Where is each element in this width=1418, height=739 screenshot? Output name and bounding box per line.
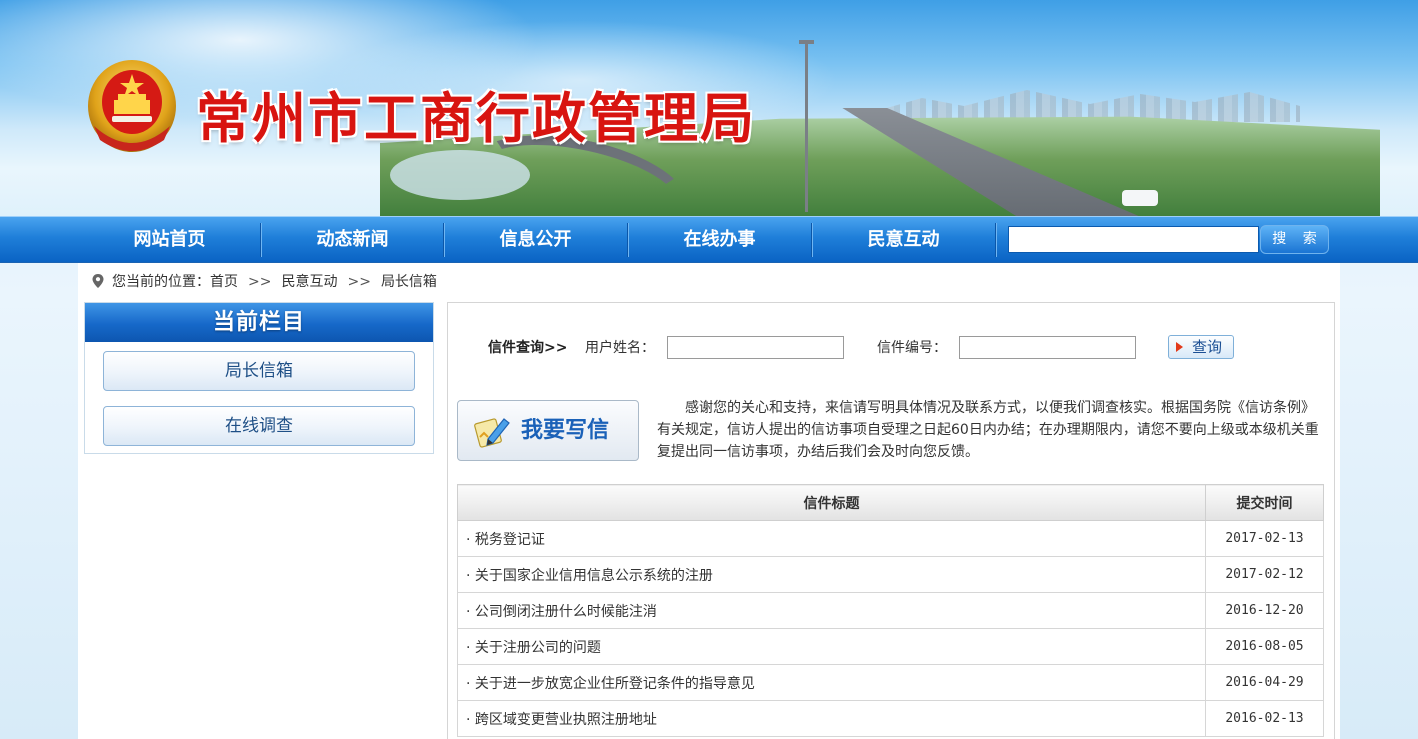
- nav-item-home[interactable]: 网站首页: [78, 217, 261, 263]
- nav-divider: [995, 223, 997, 257]
- letter-date: 2016-12-20: [1205, 592, 1324, 629]
- username-input[interactable]: [667, 336, 844, 359]
- nav-item-public-interaction[interactable]: 民意互动: [812, 217, 995, 263]
- letter-number-input[interactable]: [959, 336, 1136, 359]
- sidebar-heading: 当前栏目: [85, 303, 433, 342]
- breadcrumb-separator: >>: [347, 274, 371, 290]
- search-input[interactable]: [1008, 226, 1259, 253]
- main-container: 您当前的位置：首页 >> 民意互动 >> 局长信箱 当前栏目 局长信箱 在线调查 信件查…: [78, 263, 1340, 739]
- nav-item-news[interactable]: 动态新闻: [261, 217, 444, 263]
- breadcrumb: 您当前的位置：首页 >> 民意互动 >> 局长信箱: [92, 272, 437, 292]
- table-row: · 跨区域变更营业执照注册地址 2016-02-13: [457, 700, 1324, 737]
- letter-title-link[interactable]: · 税务登记证: [466, 532, 545, 548]
- content-panel: 信件查询>> 用户姓名： 信件编号： 查询 我要写信 感谢您的关心和支持，来信请…: [447, 302, 1335, 739]
- letter-title-cell: · 关于注册公司的问题: [457, 628, 1206, 665]
- letter-title-cell: · 税务登记证: [457, 520, 1206, 557]
- breadcrumb-prefix: 您当前的位置：: [112, 274, 210, 290]
- sidebar-item-director-mailbox[interactable]: 局长信箱: [103, 351, 415, 391]
- letter-date: 2016-08-05: [1205, 628, 1324, 665]
- banner-lamp-post: [799, 40, 814, 212]
- breadcrumb-current: 局长信箱: [380, 274, 437, 290]
- nav-item-info-disclosure[interactable]: 信息公开: [444, 217, 627, 263]
- write-letter-label: 我要写信: [521, 417, 610, 443]
- username-label: 用户姓名：: [585, 340, 655, 356]
- letter-title-cell: · 关于国家企业信用信息公示系统的注册: [457, 556, 1206, 593]
- table-header-row: 信件标题 提交时间: [457, 484, 1324, 521]
- query-title: 信件查询>>: [488, 340, 568, 356]
- breadcrumb-separator: >>: [248, 274, 272, 290]
- letter-title-link[interactable]: · 关于注册公司的问题: [466, 640, 601, 656]
- breadcrumb-link-home[interactable]: 首页: [210, 274, 238, 290]
- letter-number-label: 信件编号：: [877, 340, 947, 356]
- header-banner: 常州市工商行政管理局: [0, 0, 1418, 216]
- letter-date: 2017-02-13: [1205, 520, 1324, 557]
- table-row: · 关于注册公司的问题 2016-08-05: [457, 628, 1324, 665]
- table-row: · 公司倒闭注册什么时候能注消 2016-12-20: [457, 592, 1324, 629]
- notice-text: 感谢您的关心和支持，来信请写明具体情况及联系方式，以便我们调查核实。根据国务院《…: [657, 400, 1319, 460]
- letters-table: 信件标题 提交时间 · 税务登记证 2017-02-13 · 关于国家企业信用信…: [457, 484, 1324, 737]
- letter-title-link[interactable]: · 关于国家企业信用信息公示系统的注册: [466, 568, 713, 584]
- banner-car: [1122, 190, 1158, 206]
- letter-date: 2016-02-13: [1205, 700, 1324, 737]
- national-emblem-icon: [88, 60, 176, 152]
- query-button[interactable]: 查询: [1168, 335, 1234, 359]
- site-title: 常州市工商行政管理局: [196, 86, 756, 150]
- main-nav: 网站首页 动态新闻 信息公开 在线办事 民意互动 搜 索: [0, 216, 1418, 263]
- letter-date: 2017-02-12: [1205, 556, 1324, 593]
- letter-title-link[interactable]: · 关于进一步放宽企业住所登记条件的指导意见: [466, 676, 755, 692]
- letter-title-cell: · 公司倒闭注册什么时候能注消: [457, 592, 1206, 629]
- sidebar-item-online-survey[interactable]: 在线调查: [103, 406, 415, 446]
- column-header-title: 信件标题: [457, 484, 1206, 521]
- column-header-date: 提交时间: [1205, 484, 1324, 521]
- pen-paper-icon: [474, 418, 510, 448]
- letter-title-cell: · 跨区域变更营业执照注册地址: [457, 700, 1206, 737]
- breadcrumb-link-interaction[interactable]: 民意互动: [281, 274, 337, 290]
- letter-title-cell: · 关于进一步放宽企业住所登记条件的指导意见: [457, 664, 1206, 701]
- banner-city-skyline: [880, 90, 1300, 122]
- sidebar: 当前栏目 局长信箱 在线调查: [84, 302, 434, 454]
- search-button[interactable]: 搜 索: [1260, 225, 1329, 254]
- letter-title-link[interactable]: · 公司倒闭注册什么时候能注消: [466, 604, 657, 620]
- letter-title-link[interactable]: · 跨区域变更营业执照注册地址: [466, 712, 657, 728]
- letter-date: 2016-04-29: [1205, 664, 1324, 701]
- table-row: · 税务登记证 2017-02-13: [457, 520, 1324, 557]
- table-row: · 关于国家企业信用信息公示系统的注册 2017-02-12: [457, 556, 1324, 593]
- write-letter-button[interactable]: 我要写信: [457, 400, 639, 461]
- table-row: · 关于进一步放宽企业住所登记条件的指导意见 2016-04-29: [457, 664, 1324, 701]
- location-pin-icon: [92, 274, 104, 288]
- nav-item-online-services[interactable]: 在线办事: [628, 217, 811, 263]
